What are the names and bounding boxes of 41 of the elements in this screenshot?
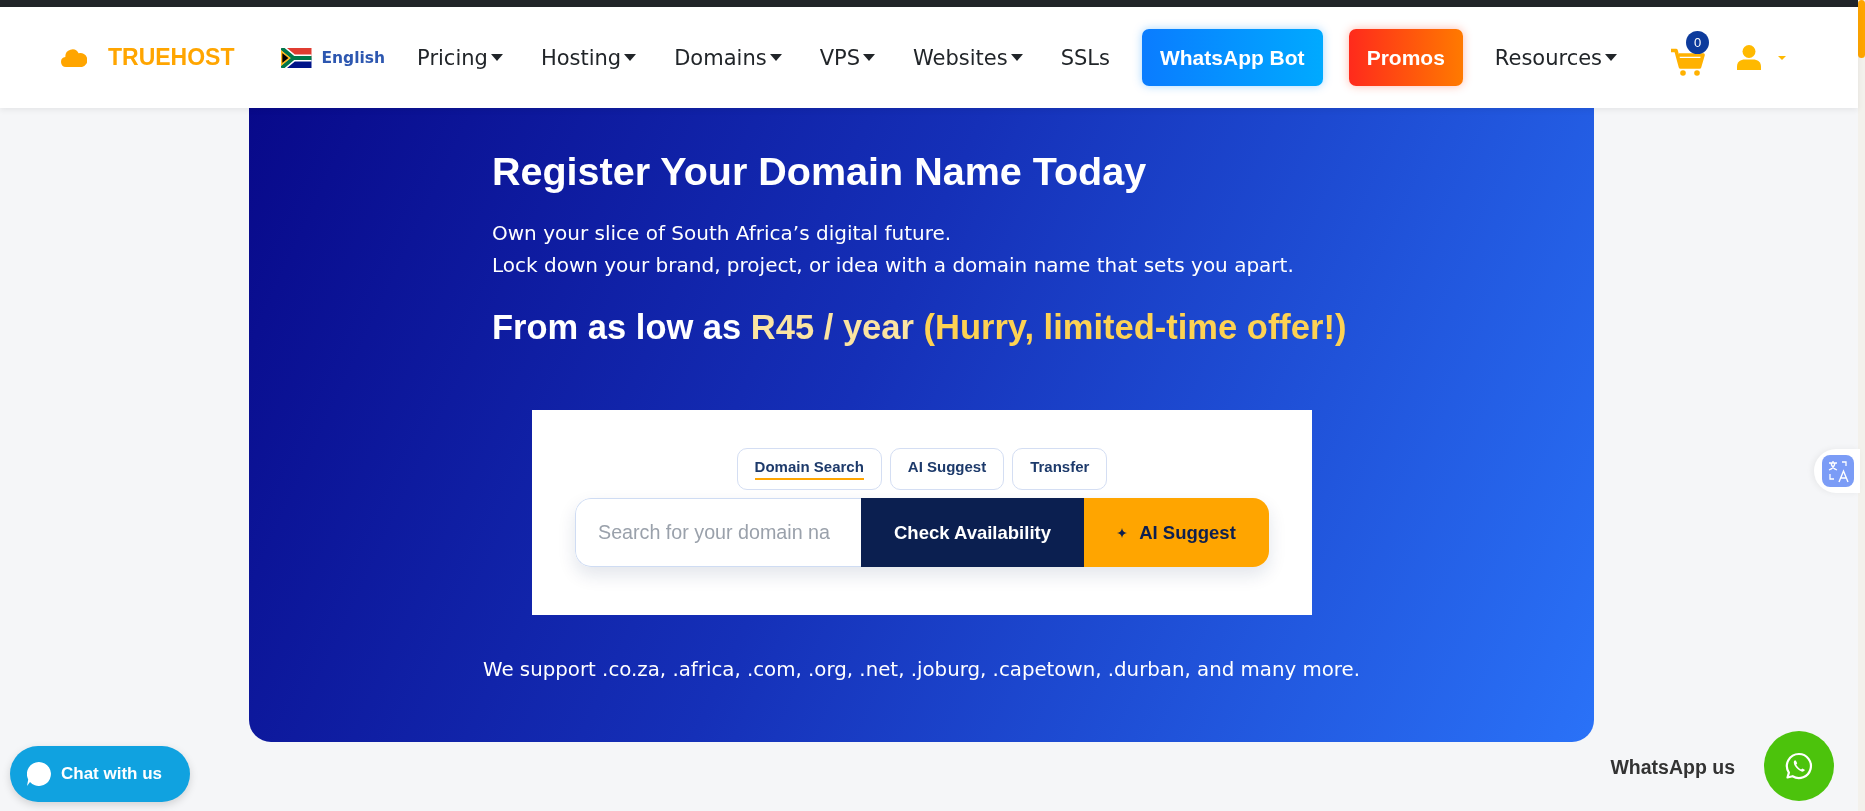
caret-icon (769, 54, 782, 61)
scrollbar-track[interactable] (1858, 0, 1865, 811)
flag-icon (280, 47, 312, 68)
nav-link[interactable]: Websites (913, 45, 1023, 70)
scrollbar-thumb[interactable] (1858, 0, 1865, 58)
nav-link[interactable]: SSLs (1060, 45, 1110, 70)
whatsapp-icon (1784, 751, 1814, 781)
cart-icon (1671, 47, 1706, 76)
chat-bubble-icon (27, 762, 51, 786)
caret-icon (1605, 54, 1618, 61)
translate-icon (1822, 455, 1854, 487)
supported-extensions-text: We support .co.za, .africa, .com, .org, .net, .joburg, .capetown, .durban, and many more. (483, 657, 1361, 683)
caret-icon (863, 54, 875, 61)
check-availability-button[interactable]: Check Availability (861, 498, 1084, 567)
account-menu[interactable] (1737, 45, 1787, 70)
price-heading: From as low as R45 / year (Hurry, limited-time offer!) (492, 307, 1347, 347)
search-tab[interactable]: AI Suggest (889, 448, 1005, 490)
cart-count-badge: 0 (1686, 30, 1710, 54)
nav-link[interactable]: VPS (819, 45, 875, 70)
hero-title: Register Your Domain Name Today (492, 148, 1147, 194)
nav-link[interactable]: Resources (1494, 45, 1618, 70)
cart-button[interactable] (1671, 47, 1706, 76)
user-icon (1737, 45, 1762, 70)
caret-icon (490, 54, 503, 61)
hero-text: Lock down your brand, project, or idea with a domain name that sets you apart. (492, 252, 1294, 279)
caret-icon (1778, 55, 1787, 60)
language-selector[interactable]: English (280, 47, 386, 68)
caret-icon (1010, 54, 1023, 61)
search-tab[interactable]: Transfer (1012, 448, 1108, 490)
domain-search-field[interactable]: Search for your domain na (575, 498, 861, 567)
nav-link[interactable]: Hosting (540, 45, 637, 70)
nav-link[interactable]: Pricing (417, 45, 503, 70)
ai-suggest-button[interactable]: AI Suggest (1084, 498, 1269, 567)
search-tab[interactable]: Domain Search (736, 448, 882, 490)
translate-button[interactable] (1814, 449, 1860, 493)
whatsapp-label: WhatsApp us (1610, 756, 1735, 779)
sparkle-icon (1117, 527, 1128, 538)
hero-text: Own your slice of South Africa’s digital future. (492, 220, 952, 247)
caret-icon (624, 54, 637, 61)
cloud-icon (61, 48, 87, 67)
nav-link[interactable]: Domains (674, 45, 782, 70)
